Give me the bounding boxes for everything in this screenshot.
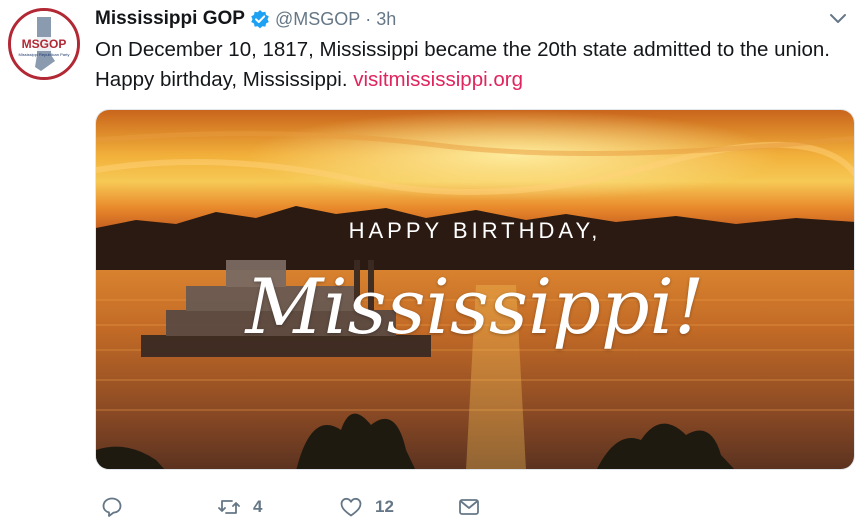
like-button[interactable]: 12 [339, 490, 394, 524]
separator-dot: · [365, 8, 372, 29]
chevron-down-icon[interactable] [828, 12, 848, 26]
retweet-button[interactable]: 4 [217, 490, 262, 524]
like-count: 12 [375, 497, 394, 516]
svg-text:MSGOP: MSGOP [22, 37, 67, 51]
tweet-actions: 4 12 [95, 490, 855, 524]
envelope-icon [459, 499, 479, 515]
tweet-text: On December 10, 1817, Mississippi became… [95, 35, 850, 95]
author-handle[interactable]: @MSGOP [275, 9, 360, 30]
tweet-link[interactable]: visitmississippi.org [353, 68, 523, 91]
image-caption-line2: Mississippi! [245, 262, 705, 351]
svg-text:Mississippi Republican Party: Mississippi Republican Party [19, 52, 70, 57]
author-name[interactable]: Mississippi GOP [95, 8, 245, 30]
tweet-time[interactable]: 3h [376, 9, 396, 30]
reply-button[interactable] [100, 490, 136, 524]
heart-icon [340, 497, 362, 517]
reply-icon [102, 497, 122, 517]
retweet-icon [218, 500, 240, 514]
verified-icon [250, 9, 270, 29]
tweet-image[interactable]: HAPPY BIRTHDAY, Mississippi! [95, 109, 855, 470]
image-caption-line1: HAPPY BIRTHDAY, [348, 218, 602, 243]
direct-message-button[interactable] [457, 490, 493, 524]
msgop-logo: MSGOP Mississippi Republican Party [11, 11, 77, 77]
tweet-header: Mississippi GOP @MSGOP · 3h [95, 6, 396, 32]
avatar[interactable]: MSGOP Mississippi Republican Party [8, 8, 80, 80]
retweet-count: 4 [253, 497, 263, 516]
